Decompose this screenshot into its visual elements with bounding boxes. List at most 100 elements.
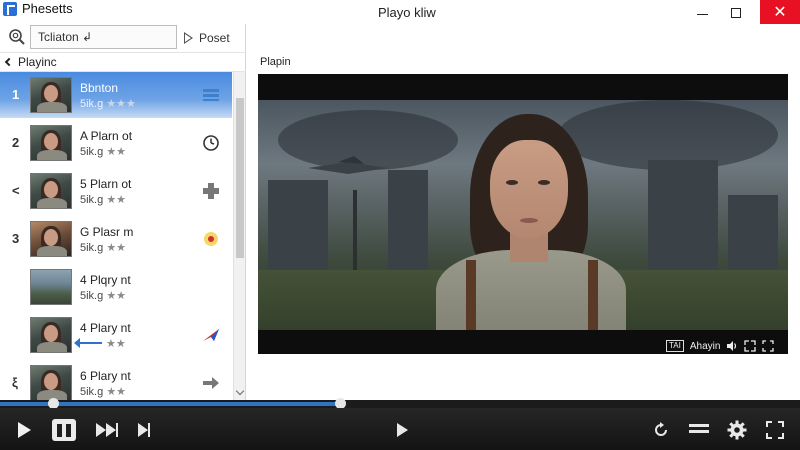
seek-bar[interactable] bbox=[0, 398, 800, 409]
video-overlay-controls: TAI Ahayin bbox=[666, 338, 775, 354]
item-rating: 5ik.g ★★ bbox=[80, 386, 127, 398]
captions-button[interactable]: TAI bbox=[666, 340, 684, 352]
item-rating: ★★ bbox=[106, 337, 126, 350]
item-index: ξ bbox=[12, 375, 18, 390]
video-player[interactable]: TAI Ahayin bbox=[258, 74, 788, 354]
star-rating-icon: ★★ bbox=[106, 194, 127, 206]
thumbnail bbox=[30, 125, 72, 161]
list-item[interactable]: 1 Bbnton 5ik.g ★★★ bbox=[0, 72, 232, 118]
playlist-header-label: Playinc bbox=[18, 55, 57, 69]
thumbnail bbox=[30, 269, 72, 305]
back-arrow-icon bbox=[74, 338, 102, 348]
star-rating-icon: ★★ bbox=[106, 338, 126, 350]
play-icon bbox=[396, 423, 408, 437]
list-item[interactable]: < 5 Plarn ot 5ik.g ★★ bbox=[0, 168, 232, 214]
list-item[interactable]: 2 A Plarn ot 5ik.g ★★ bbox=[0, 120, 232, 166]
item-index: 1 bbox=[12, 87, 20, 102]
maximize-icon bbox=[731, 8, 741, 18]
clock-icon[interactable] bbox=[200, 134, 222, 152]
section-label: Plapin bbox=[260, 56, 291, 68]
item-index: 2 bbox=[12, 135, 20, 150]
list-item[interactable]: 4 Plary nt ★★ bbox=[0, 312, 232, 358]
item-index: 3 bbox=[12, 231, 20, 246]
player-control-bar bbox=[0, 408, 800, 450]
title-bar: Phesetts Playo kliw ✕ bbox=[0, 0, 800, 26]
thumbnail bbox=[30, 77, 72, 113]
playlist-scrollbar[interactable] bbox=[233, 72, 245, 400]
item-rating: 5ik.g ★★ bbox=[80, 290, 127, 302]
close-button[interactable]: ✕ bbox=[760, 0, 800, 26]
thumbnail bbox=[30, 317, 72, 353]
list-item[interactable]: 4 Plqry nt 5ik.g ★★ bbox=[0, 264, 232, 310]
item-rating: 5ik.g ★★★ bbox=[80, 98, 136, 110]
spaceship-icon bbox=[308, 156, 388, 174]
main-area: Plapin TAI Ahayin bbox=[247, 24, 800, 400]
star-rating-icon: ★★ bbox=[106, 386, 127, 398]
video-frame bbox=[258, 100, 788, 330]
close-icon: ✕ bbox=[773, 4, 787, 21]
next-icon bbox=[138, 423, 150, 437]
expand-icon[interactable] bbox=[744, 340, 757, 352]
star-rating-icon: ★★ bbox=[106, 242, 127, 254]
pause-icon bbox=[52, 419, 76, 441]
item-title: G Plasr m bbox=[80, 225, 134, 239]
item-rating: 5ik.g ★★ bbox=[80, 146, 127, 158]
thumbnail bbox=[30, 173, 72, 209]
gear-icon bbox=[727, 420, 747, 440]
fullscreen-button[interactable] bbox=[764, 416, 786, 444]
center-play-button[interactable] bbox=[394, 416, 410, 444]
item-title: 4 Plary nt bbox=[80, 321, 131, 335]
playlist-panel: Poset Playinc 1 Bbnton 5ik.g ★★★ 2 A Pla… bbox=[0, 24, 246, 401]
playlist-header[interactable]: Playinc bbox=[0, 52, 246, 72]
fast-forward-icon bbox=[96, 423, 118, 437]
star-rating-icon: ★★ bbox=[106, 146, 127, 158]
fullscreen-icon bbox=[766, 421, 784, 439]
thumbnail bbox=[30, 365, 72, 401]
search-icon[interactable] bbox=[8, 28, 26, 46]
item-title: 5 Plarn ot bbox=[80, 177, 132, 191]
poset-button[interactable]: Poset bbox=[184, 28, 230, 48]
queue-icon[interactable] bbox=[200, 86, 222, 104]
play-icon bbox=[17, 422, 31, 438]
scroll-down-icon[interactable] bbox=[235, 386, 245, 396]
repeat-icon bbox=[655, 422, 667, 436]
plus-icon[interactable] bbox=[200, 182, 222, 200]
playlist-button[interactable] bbox=[688, 416, 710, 444]
chevron-left-icon bbox=[4, 57, 14, 67]
pause-button[interactable] bbox=[50, 416, 78, 444]
quality-label[interactable]: Ahayin bbox=[690, 341, 721, 352]
minimize-icon bbox=[696, 13, 708, 15]
item-title: 4 Plqry nt bbox=[80, 273, 131, 287]
maximize-button[interactable] bbox=[716, 0, 756, 26]
play-button[interactable] bbox=[14, 416, 34, 444]
list-icon bbox=[689, 424, 709, 433]
record-icon[interactable] bbox=[200, 230, 222, 248]
fullscreen-icon[interactable] bbox=[762, 340, 775, 352]
play-outline-icon bbox=[184, 32, 193, 44]
image-icon bbox=[200, 278, 222, 296]
app-title: Phesetts bbox=[22, 1, 73, 16]
app-logo-icon bbox=[3, 2, 17, 16]
repeat-button[interactable] bbox=[650, 416, 672, 444]
fast-forward-button[interactable] bbox=[94, 416, 120, 444]
forward-arrow-icon[interactable] bbox=[200, 374, 222, 392]
scrollbar-thumb[interactable] bbox=[236, 98, 244, 258]
settings-button[interactable] bbox=[726, 416, 748, 444]
item-title: Bbnton bbox=[80, 81, 119, 95]
send-icon[interactable] bbox=[200, 326, 222, 344]
star-rating-icon: ★★ bbox=[106, 290, 127, 302]
item-index: < bbox=[12, 183, 20, 198]
item-title: 6 Plary nt bbox=[80, 369, 131, 383]
volume-icon[interactable] bbox=[726, 340, 738, 352]
search-row: Poset bbox=[0, 24, 246, 52]
star-rating-icon: ★★★ bbox=[106, 98, 136, 110]
window-title: Playo kliw bbox=[378, 5, 436, 20]
list-item[interactable]: 3 G Plasr m 5ik.g ★★ bbox=[0, 216, 232, 262]
poset-label: Poset bbox=[199, 31, 230, 45]
search-input[interactable] bbox=[30, 25, 177, 49]
thumbnail bbox=[30, 221, 72, 257]
playlist: 1 Bbnton 5ik.g ★★★ 2 A Plarn ot 5ik.g ★★… bbox=[0, 72, 232, 401]
item-title: A Plarn ot bbox=[80, 129, 133, 143]
item-rating: 5ik.g ★★ bbox=[80, 194, 127, 206]
next-button[interactable] bbox=[136, 416, 152, 444]
